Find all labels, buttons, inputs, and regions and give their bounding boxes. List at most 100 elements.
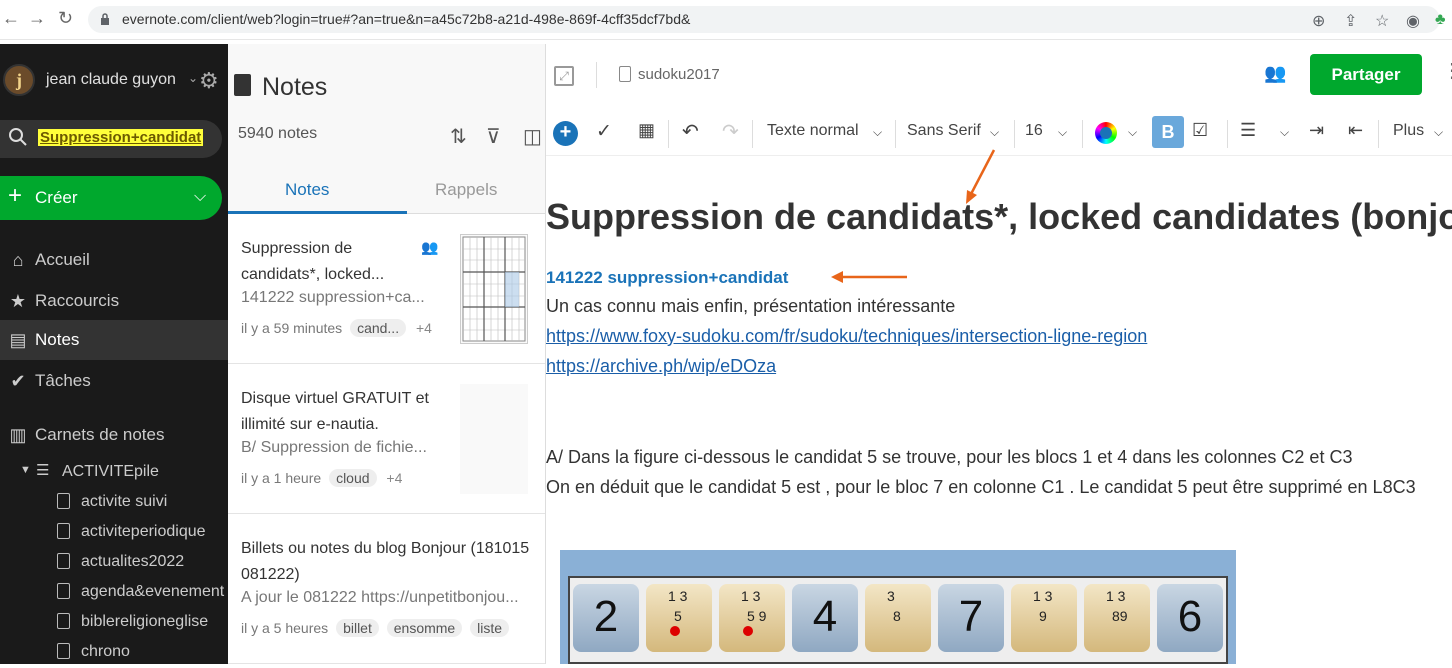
more-formatting-button[interactable]: Plus	[1393, 122, 1424, 140]
create-button[interactable]: + Créer ⌵	[0, 176, 222, 220]
sudoku-cell: 38	[865, 584, 931, 652]
chevron-down-icon[interactable]: ⌄	[188, 71, 198, 85]
undo-icon[interactable]: ↶	[682, 119, 699, 144]
sidebar-item-accueil[interactable]: ⌂ Accueil	[0, 240, 228, 280]
note-tag[interactable]: liste	[470, 619, 510, 637]
sort-icon[interactable]: ⇅	[450, 124, 467, 149]
gear-icon[interactable]: ⚙	[199, 68, 219, 94]
note-card[interactable]: Billets ou notes du blog Bonjour (181015…	[228, 514, 545, 664]
notebook-icon	[57, 553, 70, 569]
note-card-title: Disque virtuel GRATUIT et illimité sur e…	[241, 390, 429, 433]
view-layout-icon[interactable]: ◫	[523, 124, 542, 149]
expand-icon[interactable]: ⤢	[554, 66, 574, 86]
note-thumbnail	[460, 234, 528, 344]
cell-candidates-top: 1 3	[668, 588, 688, 604]
notes-list-title: Notes	[262, 73, 328, 101]
sidebar-item-notes[interactable]: ▤ Notes	[0, 320, 228, 360]
more-options-icon[interactable]: ⋮	[1442, 58, 1452, 83]
notebook-name[interactable]: sudoku2017	[638, 66, 720, 83]
search-input[interactable]: Suppression+candidat	[0, 120, 222, 158]
text-style-select[interactable]: Texte normal	[767, 122, 859, 140]
notebook-item[interactable]: biblereligioneglise	[0, 608, 228, 638]
cell-candidates-bottom: 8	[893, 608, 901, 624]
sidebar: j jean claude guyon ⌄ ⚙ Suppression+cand…	[0, 44, 228, 664]
camera-icon[interactable]: ◉	[1406, 11, 1420, 31]
note-tag[interactable]: cand...	[350, 319, 407, 337]
browser-toolbar: ← → ↻ evernote.com/client/web?login=true…	[0, 0, 1452, 40]
url-text: evernote.com/client/web?login=true#?an=t…	[122, 11, 691, 27]
zoom-icon[interactable]: ⊕	[1312, 11, 1325, 31]
font-size-select[interactable]: 16	[1025, 122, 1043, 140]
share-page-icon[interactable]: ⇪	[1344, 11, 1357, 31]
avatar[interactable]: j	[3, 64, 35, 96]
calendar-icon[interactable]: ▦	[638, 120, 655, 141]
caret-down-icon[interactable]: ▼	[20, 464, 31, 476]
plus-icon: +	[8, 182, 23, 209]
note-card[interactable]: Disque virtuel GRATUIT et illimité sur e…	[228, 364, 545, 514]
chevron-down-icon[interactable]: ⌵	[194, 188, 206, 206]
reload-icon[interactable]: ↻	[58, 8, 73, 29]
outdent-icon[interactable]: ⇤	[1348, 120, 1363, 141]
notebook-item[interactable]: activiteperiodique	[0, 518, 228, 548]
note-card-snippet: 141222 suppression+ca...	[241, 289, 425, 306]
chevron-down-icon[interactable]: ⌵	[873, 125, 882, 140]
bullet-list-icon[interactable]: ☰	[1240, 120, 1256, 141]
chevron-down-icon[interactable]: ⌵	[1434, 125, 1443, 140]
notebook-item[interactable]: actualites2022	[0, 548, 228, 578]
note-card-snippet: B/ Suppression de fichie...	[241, 439, 427, 456]
link-text[interactable]: https://archive.ph/wip/eDOza	[546, 356, 776, 376]
address-bar[interactable]: evernote.com/client/web?login=true#?an=t…	[88, 6, 1446, 33]
extension-icon[interactable]: ♣	[1435, 11, 1446, 29]
note-tag[interactable]: billet	[336, 619, 379, 637]
text-color-icon[interactable]	[1095, 122, 1117, 144]
cell-candidates-top: 1 3	[1106, 588, 1126, 604]
share-button[interactable]: Partager	[1310, 54, 1422, 95]
tab-rappels[interactable]: Rappels	[435, 180, 497, 200]
divider	[596, 62, 597, 88]
insert-plus-icon[interactable]: +	[553, 121, 578, 146]
user-name[interactable]: jean claude guyon	[46, 71, 176, 89]
redo-icon[interactable]: ↷	[722, 119, 739, 144]
star-icon: ★	[9, 291, 27, 311]
note-body-link[interactable]: https://archive.ph/wip/eDOza	[546, 356, 776, 377]
sidebar-item-carnets[interactable]: ▥ Carnets de notes	[0, 415, 228, 455]
note-icon: ▤	[9, 330, 27, 350]
sidebar-item-label: Accueil	[35, 250, 90, 269]
chevron-down-icon[interactable]: ⌵	[990, 125, 999, 140]
shared-users-icon[interactable]: 👥	[1264, 63, 1286, 84]
sudoku-cell: 4	[792, 584, 858, 652]
notebook-label: activite suivi	[81, 493, 168, 510]
note-card-snippet: A jour le 081222 https://unpetitbonjou..…	[241, 589, 519, 606]
font-family-select[interactable]: Sans Serif	[907, 122, 981, 140]
candidate-marker-dot	[670, 626, 680, 636]
cell-candidates-top: 1 3	[1033, 588, 1053, 604]
notebook-item[interactable]: agenda&evenement	[0, 578, 228, 608]
checkbox-circle-icon[interactable]: ✓	[596, 120, 612, 143]
note-card-meta: il y a 5 heures billet ensomme liste	[241, 619, 510, 637]
note-thumbnail	[460, 384, 528, 494]
note-body-text: On en déduit que le candidat 5 est , pou…	[546, 477, 1416, 497]
note-card[interactable]: Suppression de candidats*, locked... 👥 1…	[228, 214, 545, 364]
note-tag[interactable]: ensomme	[386, 619, 463, 637]
forward-icon[interactable]: →	[28, 8, 46, 29]
sidebar-item-raccourcis[interactable]: ★ Raccourcis	[0, 281, 228, 321]
note-body-link[interactable]: https://www.foxy-sudoku.com/fr/sudoku/te…	[546, 326, 1147, 347]
filter-icon[interactable]: ⊽	[486, 124, 501, 149]
sidebar-item-taches[interactable]: ✔ Tâches	[0, 361, 228, 401]
tab-notes[interactable]: Notes	[285, 180, 329, 200]
sudoku-cell: 1 39	[1011, 584, 1077, 652]
chevron-down-icon[interactable]: ⌵	[1058, 125, 1067, 140]
sidebar-item-label: Raccourcis	[35, 291, 120, 310]
more-tags: +4	[415, 320, 432, 336]
link-text[interactable]: https://www.foxy-sudoku.com/fr/sudoku/te…	[546, 326, 1147, 346]
bookmark-star-icon[interactable]: ☆	[1375, 11, 1389, 31]
note-tag[interactable]: cloud	[329, 469, 377, 487]
stack-label: ACTIVITEpile	[62, 463, 159, 480]
notebook-item[interactable]: activite suivi	[0, 488, 228, 518]
chevron-down-icon[interactable]: ⌵	[1128, 125, 1137, 140]
checklist-icon[interactable]: ☑	[1192, 120, 1208, 141]
back-icon[interactable]: ←	[2, 8, 20, 29]
chevron-down-icon[interactable]: ⌵	[1280, 125, 1289, 140]
indent-icon[interactable]: ⇥	[1309, 120, 1324, 141]
notebook-stack[interactable]: ▼ ☰ ACTIVITEpile	[0, 458, 228, 488]
